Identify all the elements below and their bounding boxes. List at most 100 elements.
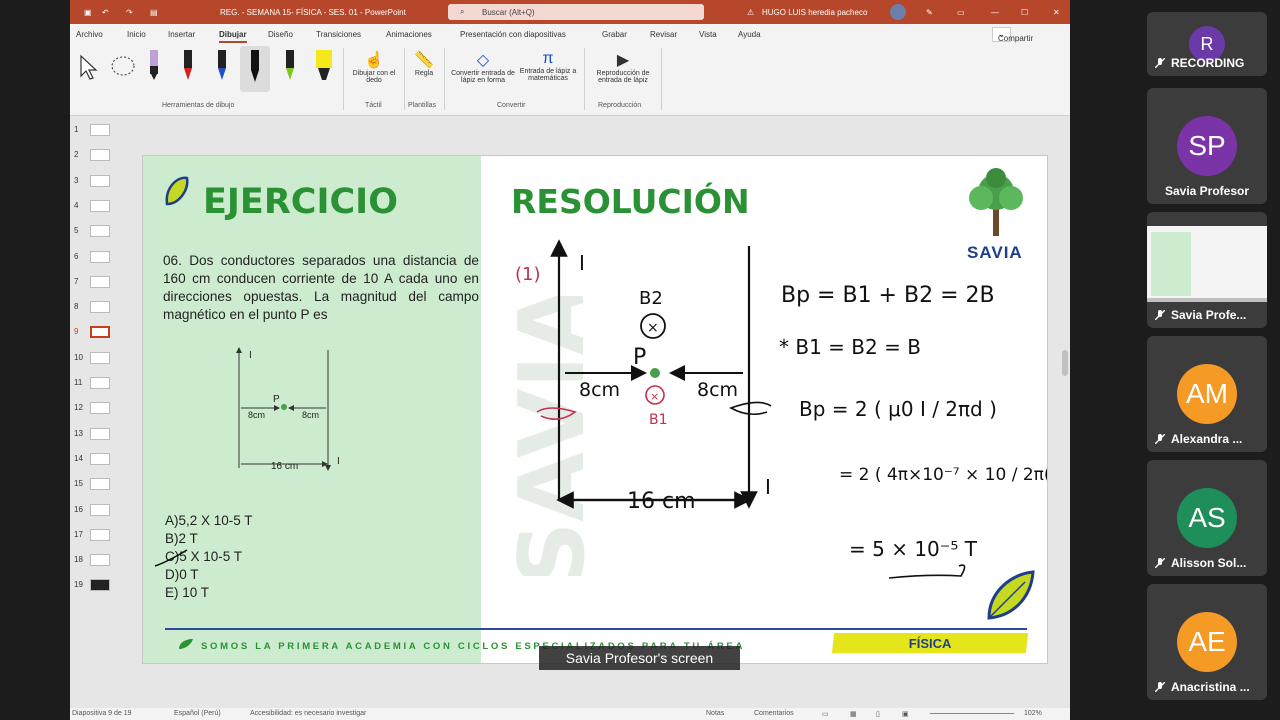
tab-insertar[interactable]: Insertar: [168, 30, 195, 39]
language-indicator[interactable]: Español (Perú): [174, 710, 221, 717]
search-box[interactable]: ⌕ Buscar (Alt+Q): [448, 4, 704, 20]
draw-with-finger-button[interactable]: ☝ Dibujar con el dedo: [350, 50, 398, 84]
slideshow-view-icon[interactable]: ▣: [902, 710, 909, 718]
pen-blue-icon[interactable]: [216, 50, 228, 80]
tab-ayuda[interactable]: Ayuda: [738, 30, 761, 39]
select-arrow-icon[interactable]: [78, 54, 98, 80]
tab-vista[interactable]: Vista: [699, 30, 717, 39]
zoom-level[interactable]: 102%: [1024, 710, 1042, 717]
tab-dibujar[interactable]: Dibujar: [219, 30, 247, 43]
zoom-slider[interactable]: [930, 713, 1014, 714]
slide-thumbnail[interactable]: 11: [70, 373, 126, 393]
title-bar: ▣ ↶ ↷ ▤ REG. - SEMANA 15- FÍSICA - SES. …: [70, 0, 1070, 24]
ink-to-math-button[interactable]: π Entrada de lápiz a matemáticas: [518, 50, 578, 82]
finger-icon: ☝: [364, 52, 384, 69]
screen-share-preview: [1147, 226, 1267, 302]
slide-thumbnail[interactable]: 13: [70, 424, 126, 444]
pen-icon[interactable]: ✎: [926, 8, 933, 17]
mic-muted-icon: [1154, 57, 1166, 69]
figure-label-I-bottom: I: [337, 456, 340, 467]
ribbon-display-icon[interactable]: ▭: [957, 8, 965, 17]
close-icon[interactable]: ✕: [1053, 8, 1060, 17]
participant-name: RECORDING: [1171, 56, 1245, 70]
slide-thumbnail[interactable]: 4: [70, 196, 126, 216]
slide-number: 3: [74, 175, 79, 185]
preview-green-panel: [1151, 232, 1191, 296]
participant-name-row: Alisson Sol...: [1147, 556, 1267, 570]
undo-icon[interactable]: ↶: [102, 8, 109, 17]
slide-thumbnail-image: [90, 554, 110, 567]
pen-red-icon[interactable]: [182, 50, 194, 80]
participant-avatar: AS: [1177, 488, 1237, 548]
slide-number: 1: [74, 125, 79, 134]
slide-number: 6: [74, 251, 79, 261]
share-button[interactable]: Compartir ⌄: [992, 27, 1033, 43]
tab-grabar[interactable]: Grabar: [602, 30, 627, 39]
pen-black-selected[interactable]: [240, 46, 270, 92]
slide-thumbnail[interactable]: 3: [70, 171, 126, 191]
participant-name-row: Savia Profesor: [1147, 184, 1267, 198]
slide-thumbnail-pane: 1 2 3 4 5 6 7 8 9 10 11 12 13 14 15 16 17 18 19: [70, 116, 126, 708]
save-icon[interactable]: ▣: [84, 8, 92, 17]
slide-thumbnail[interactable]: 9: [70, 322, 126, 342]
participant-avatar: SP: [1177, 116, 1237, 176]
slide-thumbnail[interactable]: 7: [70, 272, 126, 292]
participant-tile[interactable]: R RECORDING: [1147, 12, 1267, 76]
sorter-view-icon[interactable]: ▦: [850, 710, 857, 718]
savia-logo-text: SAVIA: [967, 243, 1023, 262]
normal-view-icon[interactable]: ▭: [822, 710, 829, 718]
reading-view-icon[interactable]: ▯: [876, 710, 880, 718]
slide-thumbnail[interactable]: 5: [70, 221, 126, 241]
ink-to-shape-button[interactable]: ◇ Convertir entrada de lápiz en forma: [449, 50, 517, 84]
slide-thumbnail[interactable]: 14: [70, 449, 126, 469]
pen-lavender-icon[interactable]: [148, 50, 160, 80]
maximize-icon[interactable]: ☐: [1021, 8, 1028, 17]
tab-transiciones[interactable]: Transiciones: [316, 30, 361, 39]
slide-thumbnail[interactable]: 1: [70, 120, 126, 140]
pen-green-icon[interactable]: [284, 50, 296, 80]
slide-thumbnail[interactable]: 2: [70, 145, 126, 165]
slide-counter: Diapositiva 9 de 19: [72, 710, 132, 717]
notes-button[interactable]: Notas: [706, 710, 724, 717]
participant-tile[interactable]: AE Anacristina ...: [1147, 584, 1267, 700]
vertical-scrollbar[interactable]: [1062, 350, 1068, 376]
slide-thumbnail[interactable]: 6: [70, 247, 126, 267]
tab-animaciones[interactable]: Animaciones: [386, 30, 432, 39]
ink-B2-label: B2: [639, 288, 663, 309]
present-icon[interactable]: ▤: [150, 8, 158, 17]
participant-tile[interactable]: SP Savia Profesor: [1147, 88, 1267, 204]
warning-icon: ⚠: [747, 8, 755, 17]
ruler-button[interactable]: 📏 Regla: [408, 50, 440, 77]
slide-thumbnail[interactable]: 15: [70, 474, 126, 494]
tab-inicio[interactable]: Inicio: [127, 30, 146, 39]
redo-icon[interactable]: ↷: [126, 8, 133, 17]
slide-thumbnail[interactable]: 19: [70, 575, 126, 595]
slide-thumbnail[interactable]: 17: [70, 525, 126, 545]
ink-replay-label: Reproducción de entrada de lápiz: [596, 70, 650, 84]
ink-equation-1: Bp = B1 + B2 = 2B: [781, 283, 995, 308]
slide-thumbnail[interactable]: 16: [70, 500, 126, 520]
tab-presentacion[interactable]: Presentación con diapositivas: [460, 30, 566, 39]
participant-tile[interactable]: Savia Profe...: [1147, 212, 1267, 328]
tab-archivo[interactable]: Archivo: [76, 30, 103, 39]
slide-thumbnail[interactable]: 10: [70, 348, 126, 368]
user-avatar[interactable]: [890, 4, 906, 20]
lasso-icon[interactable]: [108, 54, 138, 80]
minimize-icon[interactable]: —: [991, 8, 999, 17]
slide-number: 14: [74, 453, 83, 463]
participant-tile[interactable]: AM Alexandra ...: [1147, 336, 1267, 452]
slide-thumbnail-image: [90, 174, 110, 187]
slide-thumbnail-image: [90, 149, 110, 162]
slide-number: 8: [74, 302, 79, 312]
slide-number: 18: [74, 555, 83, 565]
ink-replay-button[interactable]: ▶ Reproducción de entrada de lápiz: [588, 50, 658, 84]
comments-button[interactable]: Comentarios: [754, 710, 794, 717]
highlighter-yellow-icon[interactable]: [314, 50, 334, 80]
slide-thumbnail[interactable]: 12: [70, 398, 126, 418]
slide-thumbnail[interactable]: 8: [70, 297, 126, 317]
tab-revisar[interactable]: Revisar: [650, 30, 677, 39]
tab-diseno[interactable]: Diseño: [268, 30, 293, 39]
accessibility-status[interactable]: Accesibilidad: es necesario investigar: [250, 710, 366, 717]
participant-tile[interactable]: AS Alisson Sol...: [1147, 460, 1267, 576]
slide-thumbnail[interactable]: 18: [70, 550, 126, 570]
